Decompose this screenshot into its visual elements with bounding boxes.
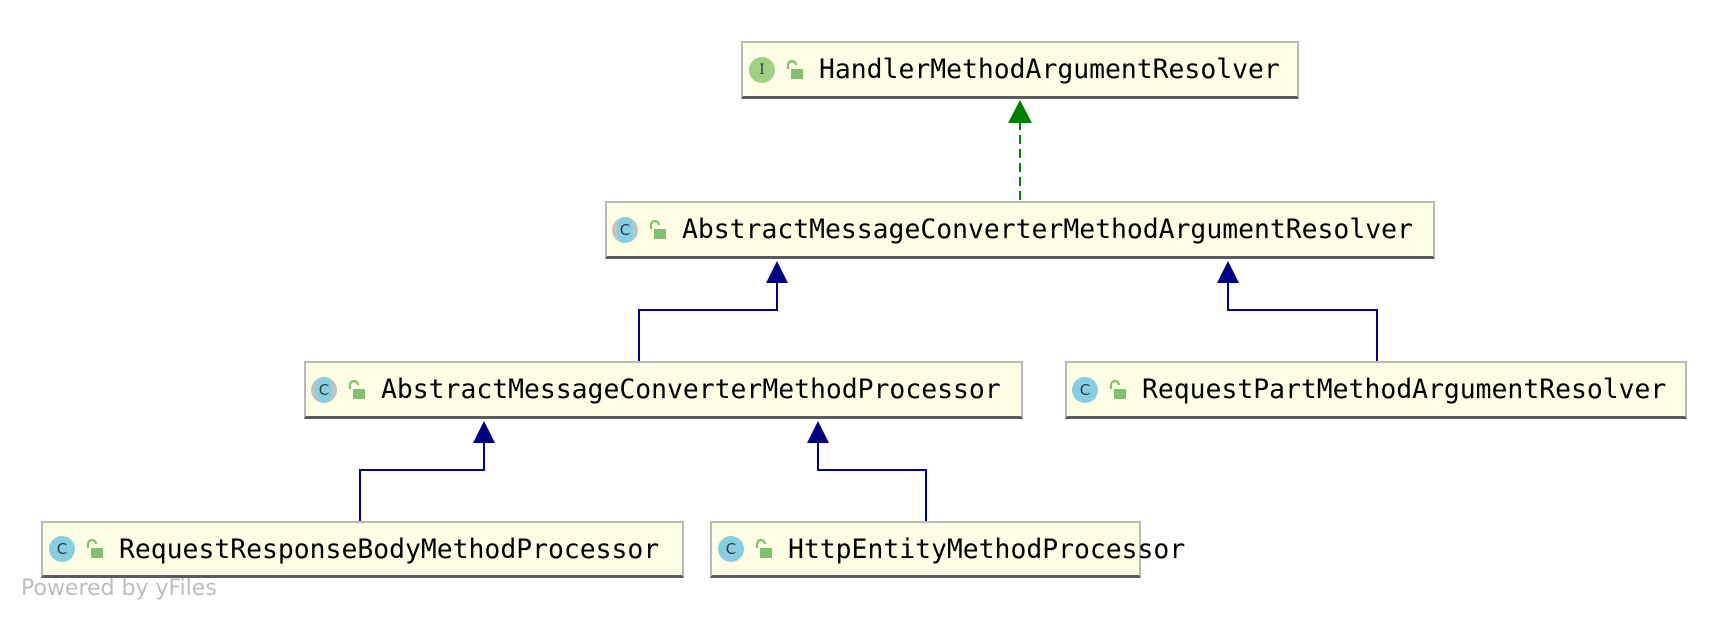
public-open-lock-icon [1108, 379, 1126, 400]
node-label: RequestPartMethodArgumentResolver [1142, 374, 1667, 405]
arrowhead-extends [1217, 261, 1239, 283]
node-abstract-message-converter-method-argument-resolver[interactable]: C AbstractMessageConverterMethodArgument… [605, 201, 1435, 259]
node-request-part-method-argument-resolver[interactable]: C RequestPartMethodArgumentResolver [1065, 361, 1687, 419]
edge-extends-n5-n3 [359, 421, 495, 521]
node-abstract-message-converter-method-processor[interactable]: C AbstractMessageConverterMethodProcesso… [304, 361, 1023, 419]
edge-extends-n4-n2 [1217, 261, 1378, 361]
arrowhead-extends [807, 421, 829, 443]
class-icon: C [718, 536, 744, 562]
node-handler-method-argument-resolver[interactable]: I HandlerMethodArgumentResolver [741, 41, 1299, 99]
public-open-lock-icon [648, 219, 666, 240]
kind-letter: I [759, 61, 765, 78]
kind-letter: C [318, 380, 330, 399]
edge-implements-n2-n1 [1008, 100, 1032, 200]
arrowhead-extends [473, 421, 495, 443]
public-open-lock-icon [754, 539, 772, 559]
arrowhead-implements [1008, 100, 1032, 123]
node-http-entity-method-processor[interactable]: C HttpEntityMethodProcessor [710, 521, 1185, 578]
abstract-class-icon: C [311, 376, 337, 403]
node-label: HttpEntityMethodProcessor [788, 533, 1186, 565]
kind-letter: C [56, 540, 68, 558]
public-open-lock-icon [785, 59, 803, 80]
node-label: HandlerMethodArgumentResolver [819, 54, 1280, 85]
class-icon: C [49, 536, 75, 562]
edge-extends-n3-n2 [638, 261, 788, 361]
kind-letter: C [725, 540, 737, 558]
node-label: AbstractMessageConverterMethodArgumentRe… [682, 214, 1413, 245]
node-request-response-body-method-processor[interactable]: C RequestResponseBodyMethodProcessor [41, 521, 684, 578]
node-label: AbstractMessageConverterMethodProcessor [381, 374, 1001, 405]
arrowhead-extends [766, 261, 788, 283]
kind-letter: C [1079, 380, 1091, 399]
node-label: RequestResponseBodyMethodProcessor [119, 533, 660, 565]
interface-icon: I [749, 56, 775, 83]
edge-extends-n6-n3 [807, 421, 927, 521]
public-open-lock-icon [85, 539, 103, 559]
powered-by-watermark: Powered by yFiles [21, 576, 217, 601]
public-open-lock-icon [347, 379, 365, 400]
kind-letter: C [619, 220, 631, 239]
abstract-class-icon: C [612, 216, 638, 243]
class-icon: C [1072, 376, 1098, 403]
